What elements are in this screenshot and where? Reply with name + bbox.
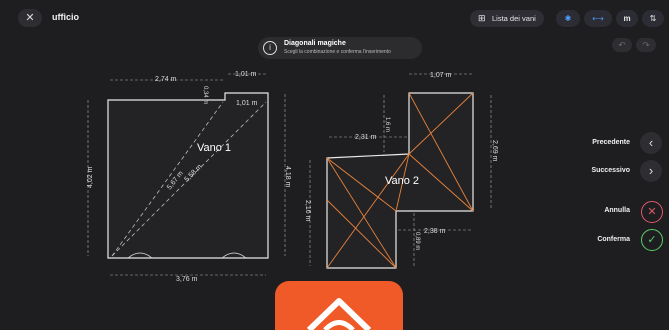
dim-notch-inner: 1,01 m	[236, 100, 258, 107]
check-icon: ✓	[647, 234, 657, 246]
dim-right: 2,69 m	[491, 140, 498, 162]
house-logo-icon	[306, 298, 372, 330]
next-button[interactable]: ›	[640, 160, 662, 182]
dim-bottom-h: 0,89 m	[414, 232, 420, 250]
app-logo	[275, 281, 403, 330]
dim-top: 1,07 m	[430, 72, 452, 79]
cancel-button[interactable]: ✕	[641, 201, 663, 223]
next-label: Successivo	[591, 167, 630, 174]
close-icon: ✕	[647, 206, 657, 218]
floorplan-editor: ✕ ufficio ⊞ Lista dei vani ✱ ⟷ m ⇅ i Dia…	[0, 0, 669, 330]
dim-notch-h: 0,34 m	[202, 86, 208, 104]
previous-label: Precedente	[592, 139, 630, 146]
dim-step-h: 1,6 m	[384, 117, 390, 132]
chevron-right-icon: ›	[648, 163, 654, 178]
dim-left: 4,02 m	[87, 166, 94, 188]
dim-top: 2,74 m	[155, 76, 177, 83]
dim-left: 2,16 m	[304, 200, 311, 222]
confirm-button[interactable]: ✓	[641, 229, 663, 251]
room-1[interactable]: Vano 1 2,74 m 1,01 m 0,34 m 1,01 m 4,02 …	[87, 71, 291, 283]
dim-step-w: 2,31 m	[355, 134, 377, 141]
room-2[interactable]: Vano 2 1,07 m 2,31 m 1,6 m 2,69 m 2,16 m…	[304, 72, 498, 269]
chevron-left-icon: ‹	[648, 135, 654, 150]
dim-notch-w: 1,01 m	[235, 71, 257, 78]
room-2-name: Vano 2	[385, 175, 419, 187]
cancel-label: Annulla	[604, 207, 630, 214]
room-1-name: Vano 1	[197, 142, 231, 154]
dim-bottom: 3,76 m	[176, 276, 198, 283]
dim-bottom-w: 2,38 m	[424, 228, 446, 235]
confirm-label: Conferma	[597, 236, 630, 243]
previous-button[interactable]: ‹	[640, 132, 662, 154]
dim-right: 4,18 m	[284, 166, 291, 188]
